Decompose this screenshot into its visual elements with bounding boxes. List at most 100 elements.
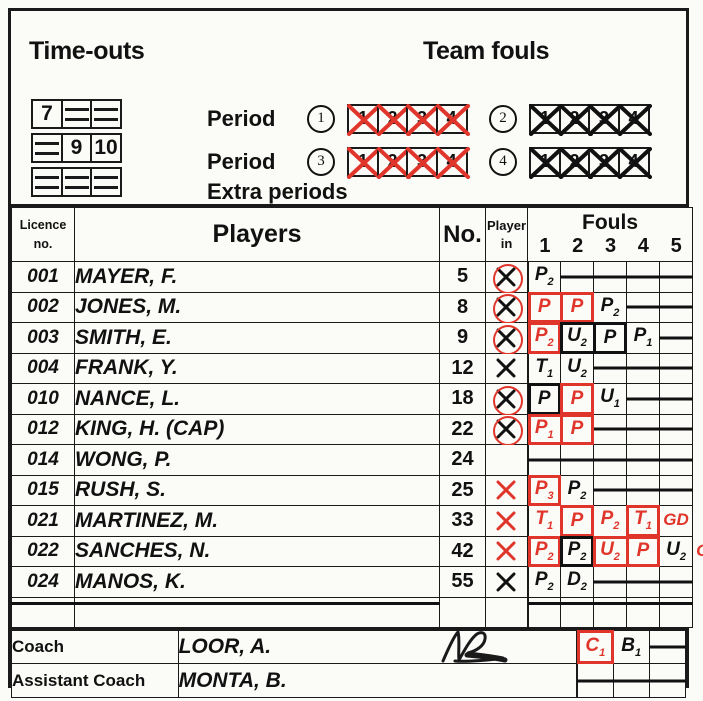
cell-foul-5[interactable] bbox=[658, 566, 694, 598]
cell-player-in[interactable] bbox=[485, 261, 528, 294]
cell-player-name[interactable]: WONG, P. bbox=[74, 444, 440, 476]
cell-foul-5[interactable] bbox=[658, 383, 694, 415]
cell-player-number[interactable]: 8 bbox=[439, 291, 486, 323]
cell-foul-3[interactable]: U2 bbox=[593, 535, 628, 567]
team-foul-box-p1-1[interactable]: 1 bbox=[347, 103, 381, 136]
cell-player-name[interactable]: RUSH, S. bbox=[74, 474, 440, 506]
cell-foul-4[interactable]: P bbox=[624, 535, 661, 567]
cell-foul-4[interactable] bbox=[626, 474, 660, 506]
cell-foul-1[interactable] bbox=[526, 444, 561, 476]
cell-foul-3[interactable] bbox=[593, 566, 627, 598]
cell-foul-2[interactable] bbox=[560, 261, 594, 293]
cell-player-in[interactable] bbox=[485, 413, 528, 447]
cell-foul-1[interactable]: P2 bbox=[526, 261, 561, 293]
cell-player-name[interactable]: SANCHES, N. bbox=[74, 535, 440, 567]
cell-blank-foul-4[interactable] bbox=[626, 596, 661, 628]
cell-foul-5[interactable]: GD bbox=[658, 505, 694, 537]
cell-licence[interactable]: 012 bbox=[11, 413, 75, 445]
cell-blank-foul-2[interactable] bbox=[560, 596, 595, 628]
cell-foul-1[interactable]: P2 bbox=[526, 535, 562, 567]
cell-player-name[interactable]: JONES, M. bbox=[74, 291, 440, 323]
cell-foul-2[interactable]: P bbox=[558, 413, 595, 445]
cell-foul-2[interactable]: P2 bbox=[560, 474, 594, 506]
cell-foul-4[interactable] bbox=[626, 261, 660, 293]
cell-foul-1[interactable]: T1 bbox=[526, 505, 561, 537]
cell-blank-name[interactable] bbox=[74, 596, 441, 628]
assistant-foul-3[interactable] bbox=[648, 663, 687, 698]
cell-foul-1[interactable]: P3 bbox=[526, 474, 562, 506]
cell-blank-foul-3[interactable] bbox=[593, 596, 628, 628]
cell-player-name[interactable]: SMITH, E. bbox=[74, 322, 440, 354]
cell-foul-5[interactable] bbox=[658, 291, 694, 323]
cell-player-name[interactable]: MARTINEZ, M. bbox=[74, 505, 440, 537]
coach-foul-1[interactable]: C1 bbox=[575, 629, 615, 664]
cell-licence[interactable]: 004 bbox=[11, 352, 75, 384]
cell-licence[interactable]: 022 bbox=[11, 535, 75, 567]
cell-player-number[interactable]: 33 bbox=[439, 505, 486, 537]
cell-player-number[interactable]: 25 bbox=[439, 474, 486, 506]
timeout-cell-3-3[interactable] bbox=[90, 167, 122, 197]
team-foul-box-p1-3[interactable]: 3 bbox=[406, 103, 440, 136]
cell-licence[interactable]: 021 bbox=[11, 505, 75, 537]
timeout-cell-1-1[interactable]: 7 bbox=[31, 99, 63, 129]
cell-licence[interactable]: 001 bbox=[11, 261, 75, 293]
team-foul-box-p3-4[interactable]: 4 bbox=[435, 146, 470, 179]
cell-foul-2[interactable]: U2 bbox=[560, 352, 594, 384]
cell-player-in[interactable] bbox=[485, 444, 528, 476]
cell-foul-3[interactable] bbox=[593, 261, 627, 293]
cell-player-number[interactable]: 18 bbox=[439, 383, 486, 415]
cell-foul-3[interactable] bbox=[593, 474, 627, 506]
cell-foul-4[interactable] bbox=[626, 413, 660, 445]
cell-foul-4[interactable] bbox=[626, 291, 660, 323]
cell-player-in[interactable] bbox=[485, 291, 528, 325]
cell-player-in[interactable] bbox=[485, 505, 528, 537]
cell-foul-4[interactable] bbox=[626, 444, 660, 476]
cell-foul-2[interactable] bbox=[560, 444, 594, 476]
cell-foul-3[interactable]: P2 bbox=[593, 291, 627, 323]
cell-blank-player-in[interactable] bbox=[485, 596, 528, 628]
team-foul-box-p4-4[interactable]: 4 bbox=[617, 146, 652, 179]
timeout-cell-2-1[interactable] bbox=[31, 133, 63, 163]
cell-player-in[interactable] bbox=[485, 535, 528, 567]
cell-licence[interactable]: 003 bbox=[11, 322, 75, 354]
cell-foul-1[interactable]: P bbox=[526, 383, 562, 415]
timeout-cell-3-2[interactable] bbox=[60, 167, 93, 197]
coach-foul-3[interactable] bbox=[648, 629, 687, 664]
timeout-cell-1-3[interactable] bbox=[90, 99, 122, 129]
cell-foul-2[interactable]: P bbox=[560, 505, 595, 537]
cell-blank-licence[interactable] bbox=[11, 596, 76, 628]
team-foul-box-p4-3[interactable]: 3 bbox=[588, 146, 622, 179]
cell-foul-1[interactable]: T1 bbox=[526, 352, 561, 384]
cell-foul-3[interactable] bbox=[593, 352, 627, 384]
team-foul-box-p3-3[interactable]: 3 bbox=[406, 146, 440, 179]
cell-foul-5[interactable] bbox=[658, 474, 694, 506]
team-foul-box-p4-1[interactable]: 1 bbox=[529, 146, 563, 179]
team-foul-box-p2-3[interactable]: 3 bbox=[588, 103, 622, 136]
cell-player-number[interactable]: 24 bbox=[439, 444, 486, 476]
cell-foul-1[interactable]: P2 bbox=[526, 566, 561, 598]
cell-foul-4[interactable]: P1 bbox=[626, 322, 660, 354]
cell-foul-4[interactable]: T1 bbox=[626, 505, 661, 537]
cell-licence[interactable]: 010 bbox=[11, 383, 75, 415]
team-foul-box-p3-2[interactable]: 2 bbox=[376, 146, 411, 179]
coach-foul-2[interactable]: B1 bbox=[612, 629, 650, 664]
cell-foul-2[interactable]: D2 bbox=[560, 566, 594, 598]
cell-foul-4[interactable] bbox=[626, 383, 660, 415]
cell-player-number[interactable]: 55 bbox=[439, 566, 486, 598]
cell-foul-5[interactable] bbox=[658, 322, 694, 354]
cell-player-number[interactable]: 42 bbox=[439, 535, 486, 567]
cell-foul-2[interactable]: P2 bbox=[560, 535, 595, 567]
cell-player-name[interactable]: FRANK, Y. bbox=[74, 352, 440, 384]
team-foul-box-p1-4[interactable]: 4 bbox=[435, 103, 470, 136]
cell-player-in[interactable] bbox=[485, 352, 528, 384]
cell-foul-2[interactable]: U2 bbox=[560, 322, 595, 354]
assistant-foul-1[interactable] bbox=[575, 663, 614, 698]
team-foul-box-p1-2[interactable]: 2 bbox=[376, 103, 411, 136]
assistant-foul-2[interactable] bbox=[612, 663, 650, 698]
cell-foul-1[interactable]: P bbox=[526, 291, 562, 323]
cell-foul-3[interactable]: P2 bbox=[593, 505, 627, 537]
cell-licence[interactable]: 014 bbox=[11, 444, 75, 476]
cell-foul-1[interactable]: P1 bbox=[526, 413, 562, 445]
cell-foul-3[interactable] bbox=[593, 444, 627, 476]
cell-player-number[interactable]: 12 bbox=[439, 352, 486, 384]
